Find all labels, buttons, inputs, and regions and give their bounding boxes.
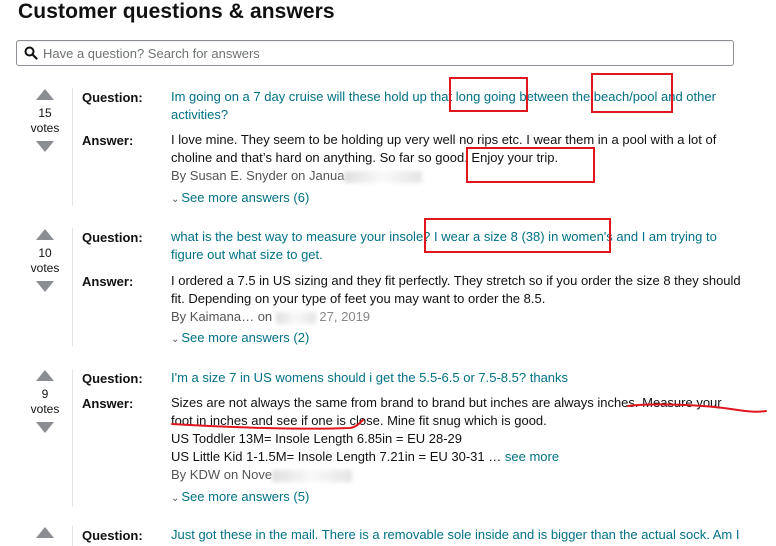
annotation-underline [171,403,767,430]
